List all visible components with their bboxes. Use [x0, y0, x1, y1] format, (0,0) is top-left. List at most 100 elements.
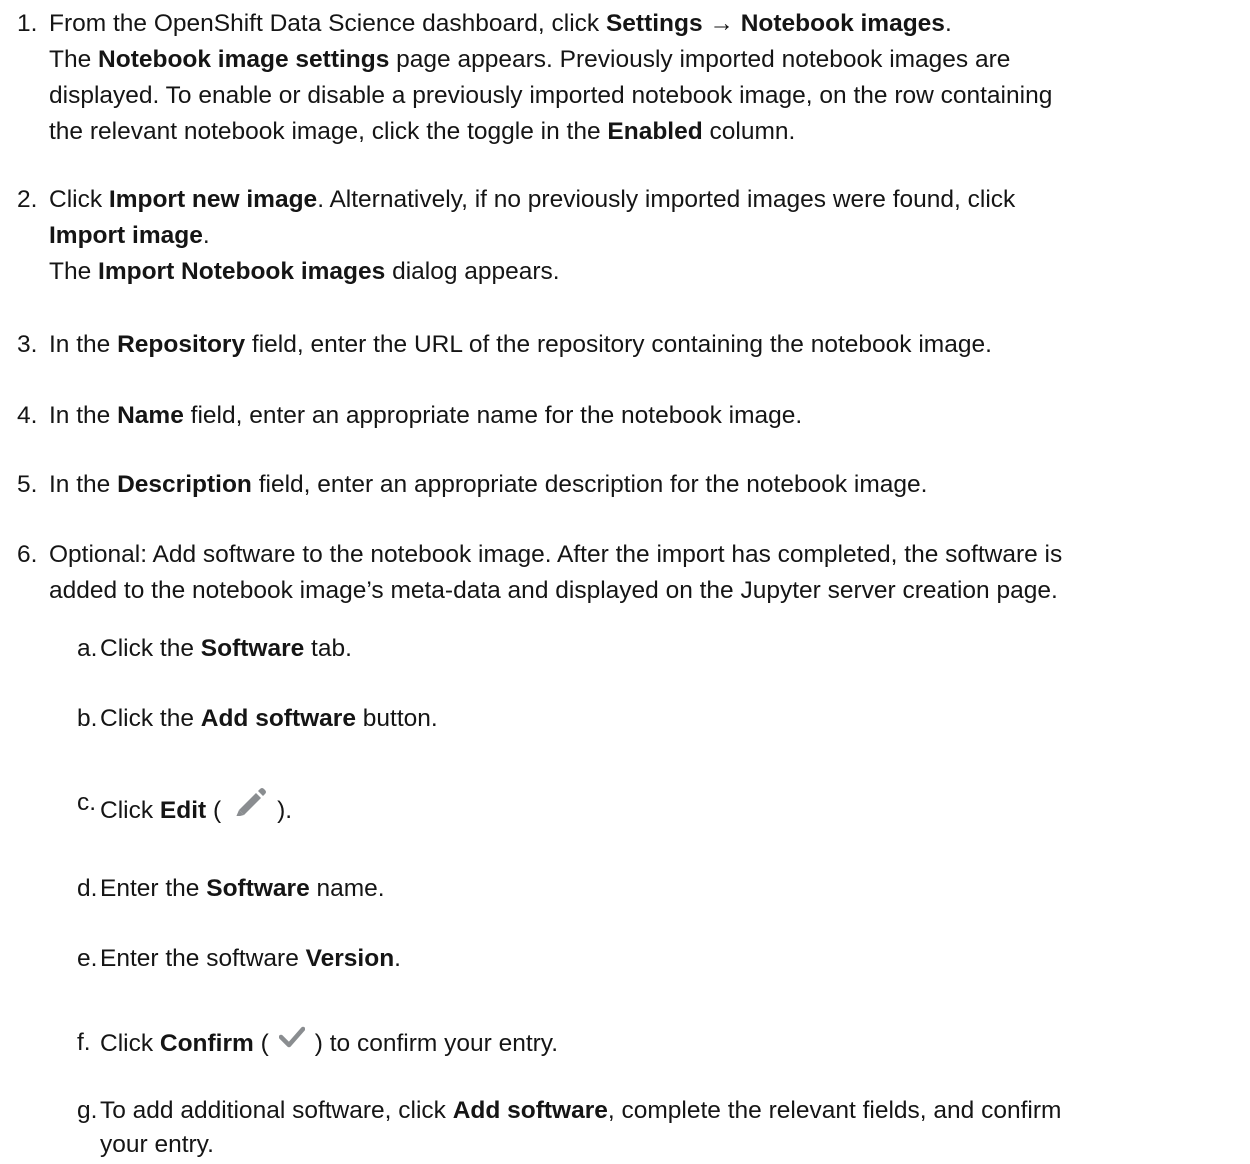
ui-term: Add software [452, 1097, 608, 1124]
step-number: 5. [17, 471, 38, 498]
ui-term: Enabled [607, 118, 703, 145]
step-number: 6. [17, 541, 38, 568]
ui-term: Settings → Notebook images [605, 10, 945, 37]
text-run: , complete the relevant fields, and conf… [607, 1097, 1062, 1124]
step-number: 4. [17, 402, 38, 429]
ui-term: Confirm [159, 1030, 254, 1057]
ui-term: Description [117, 471, 252, 498]
text-line: your entry. [100, 1128, 1240, 1162]
text-run: Click the [100, 635, 201, 662]
substep-a: a. Click the Software tab. [0, 632, 1240, 666]
text-run: button. [355, 705, 438, 732]
substep-f: f. Click Confirm () to confirm your entry… [0, 1026, 1240, 1061]
text-line: From the OpenShift Data Science dashboar… [49, 6, 1245, 42]
text-run: In the [49, 402, 118, 429]
text-run: Enter the [100, 875, 207, 902]
step-1: 1. From the OpenShift Data Science dashbo… [0, 6, 1245, 150]
text-run: page appears. Previously imported notebo… [389, 46, 1011, 73]
text-run: name. [309, 875, 385, 902]
text-line: Optional: Add software to the notebook i… [49, 537, 1245, 573]
text-line: To add additional software, click Add so… [100, 1094, 1240, 1128]
ui-term: Name [117, 402, 184, 429]
text-run: . [394, 945, 401, 972]
substep-letter: b. [77, 705, 98, 732]
text-line: In the Name field, enter an appropriate … [49, 398, 1245, 434]
step-3: 3. In the Repository field, enter the URL… [0, 327, 1245, 363]
text-line: the relevant notebook image, click the t… [49, 114, 1245, 150]
text-run: dialog appears. [385, 258, 560, 285]
text-line: displayed. To enable or disable a previo… [49, 78, 1245, 114]
text-run: Click the [100, 705, 201, 732]
text-run: The [49, 46, 99, 73]
text-run: Optional: Add software to the notebook i… [49, 541, 1063, 568]
text-line: The Notebook image settings page appears… [49, 42, 1245, 78]
text-run: . Alternatively, if no previously import… [317, 186, 1016, 213]
substep-c: c. Click Edit (). [0, 786, 1240, 828]
step-text: Click Import new image. Alternatively, i… [49, 182, 1245, 290]
ui-term: Import new image [108, 186, 318, 213]
substep-text: Click Edit (). [100, 786, 1240, 828]
step-text: In the Description field, enter an appro… [49, 467, 1245, 503]
text-run: displayed. To enable or disable a previo… [49, 82, 1053, 109]
text-run: ( [206, 797, 222, 824]
text-run: field, enter the URL of the repository c… [245, 331, 992, 358]
text-line: Click Import new image. Alternatively, i… [49, 182, 1245, 218]
text-line: Click Confirm () to confirm your entry. [100, 1026, 1240, 1061]
substep-d: d. Enter the Software name. [0, 872, 1240, 906]
text-run: ). [277, 797, 293, 824]
substep-letter: c. [77, 789, 97, 816]
step-number: 1. [17, 10, 38, 37]
step-number: 2. [17, 186, 38, 213]
substep-b: b. Click the Add software button. [0, 702, 1240, 736]
ui-term: Edit [159, 797, 207, 824]
substep-letter: g. [77, 1097, 98, 1124]
text-line: Enter the software Version. [100, 942, 1240, 976]
ui-term: Notebook image settings [98, 46, 390, 73]
text-run: field, enter an appropriate description … [251, 471, 928, 498]
step-2: 2. Click Import new image. Alternatively,… [0, 182, 1245, 290]
substep-text: Enter the Software name. [100, 872, 1240, 906]
text-line: Click the Add software button. [100, 702, 1240, 736]
substep-text: Click the Software tab. [100, 632, 1240, 666]
step-5: 5. In the Description field, enter an app… [0, 467, 1245, 503]
text-line: Enter the Software name. [100, 872, 1240, 906]
text-run: In the [49, 331, 118, 358]
ui-term: Import image [49, 222, 203, 249]
step-text: In the Name field, enter an appropriate … [49, 398, 1245, 434]
substep-letter: e. [77, 945, 98, 972]
ui-term: Version [305, 945, 395, 972]
step-text: In the Repository field, enter the URL o… [49, 327, 1245, 363]
text-run: ) to confirm your entry. [314, 1030, 559, 1057]
pencil-icon [236, 788, 267, 816]
text-run: the relevant notebook image, click the t… [49, 118, 608, 145]
text-run: . [202, 222, 210, 249]
step-text: Optional: Add software to the notebook i… [49, 537, 1245, 609]
text-run: In the [49, 471, 118, 498]
ui-term: Import Notebook images [98, 258, 386, 285]
text-line: Import image. [49, 218, 1245, 254]
text-run: ( [253, 1030, 269, 1057]
text-run: From the OpenShift Data Science dashboar… [49, 10, 606, 37]
text-line: In the Description field, enter an appro… [49, 467, 1245, 503]
text-run: added to the notebook image’s meta-data … [49, 577, 1058, 604]
text-run: . [944, 10, 952, 37]
text-run: field, enter an appropriate name for the… [183, 402, 803, 429]
text-line: added to the notebook image’s meta-data … [49, 573, 1245, 609]
text-run: column. [702, 118, 796, 145]
step-4: 4. In the Name field, enter an appropriat… [0, 398, 1245, 434]
checkmark-icon [278, 1026, 305, 1048]
substep-letter: a. [77, 635, 98, 662]
text-line: In the Repository field, enter the URL o… [49, 327, 1245, 363]
ui-term: Software [206, 875, 310, 902]
substep-letter: d. [77, 875, 98, 902]
ui-term: Repository [117, 331, 246, 358]
text-run: your entry. [100, 1131, 214, 1158]
substep-text: Enter the software Version. [100, 942, 1240, 976]
step-text: From the OpenShift Data Science dashboar… [49, 6, 1245, 150]
text-run: Click [49, 186, 109, 213]
step-number: 3. [17, 331, 38, 358]
substep-e: e. Enter the software Version. [0, 942, 1240, 976]
substep-text: Click the Add software button. [100, 702, 1240, 736]
substep-letter: f. [77, 1029, 91, 1056]
text-line: Click the Software tab. [100, 632, 1240, 666]
